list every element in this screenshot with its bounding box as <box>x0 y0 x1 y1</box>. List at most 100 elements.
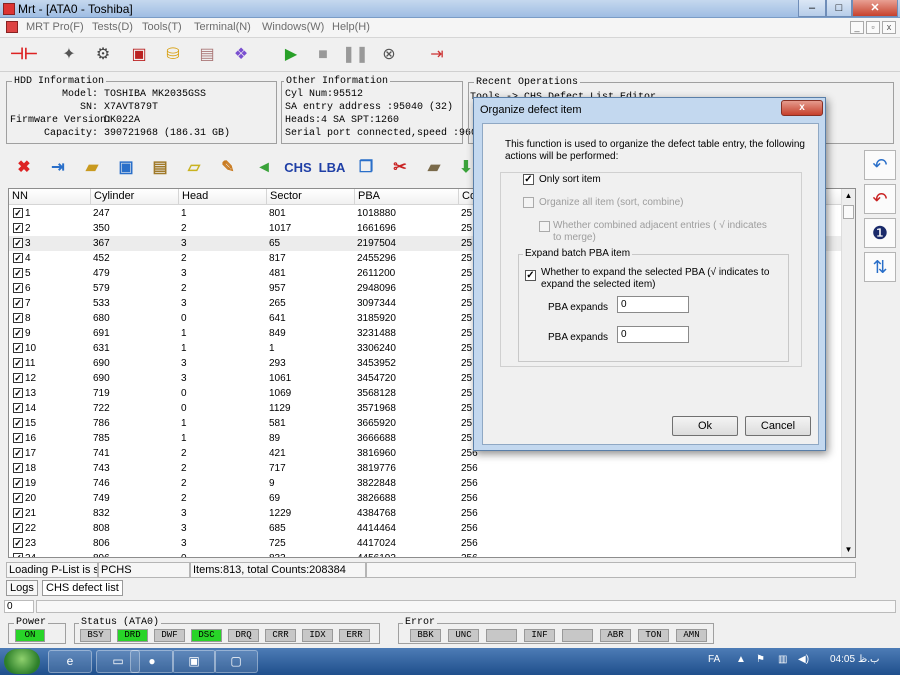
clipboard-icon[interactable]: ▤ <box>146 154 174 182</box>
row-checkbox[interactable]: ✓ <box>13 403 23 413</box>
organize-all-checkbox[interactable] <box>523 197 534 208</box>
scissors-icon[interactable]: ✂ <box>386 154 414 182</box>
pba-expands-input-1[interactable]: 0 <box>617 296 689 313</box>
expand-selected-checkbox[interactable]: ✓ <box>525 270 536 281</box>
table-row[interactable]: ✓ 20 749 2 69 3826688 256 <box>9 491 843 506</box>
row-checkbox[interactable]: ✓ <box>13 253 23 263</box>
brush-icon[interactable]: ✎ <box>214 154 242 182</box>
row-checkbox[interactable]: ✓ <box>13 313 23 323</box>
row-checkbox[interactable]: ✓ <box>13 523 23 533</box>
row-checkbox[interactable]: ✓ <box>13 343 23 353</box>
disconnect-icon[interactable]: ⊣⊢ <box>10 43 38 67</box>
module-icon[interactable]: ▣ <box>126 43 152 67</box>
menu-terminal[interactable]: Terminal(N) <box>194 21 251 33</box>
scroll-up-icon[interactable]: ▲ <box>843 191 854 200</box>
maximize-button[interactable]: □ <box>826 0 852 17</box>
column-sector[interactable]: Sector <box>267 189 355 205</box>
transfer-icon[interactable]: ⇅ <box>864 252 896 282</box>
mrt-taskbar-icon[interactable]: ▣ <box>172 650 216 673</box>
cancel-button[interactable]: Cancel <box>745 416 811 436</box>
table-row[interactable]: ✓ 23 806 3 725 4417024 256 <box>9 536 843 551</box>
undo-icon[interactable]: ↶ <box>864 150 896 180</box>
dialog-close-button[interactable]: x <box>781 100 823 116</box>
play-icon[interactable]: ▶ <box>278 43 304 67</box>
row-checkbox[interactable]: ✓ <box>13 493 23 503</box>
column-pba[interactable]: PBA <box>355 189 459 205</box>
tools-icon[interactable]: ⚙ <box>90 43 116 67</box>
table-row[interactable]: ✓ 18 743 2 717 3819776 256 <box>9 461 843 476</box>
menu-tools[interactable]: Tools(T) <box>142 21 182 33</box>
volume-icon[interactable]: ◀) <box>798 654 809 665</box>
menu-windows[interactable]: Windows(W) <box>262 21 324 33</box>
row-checkbox[interactable]: ✓ <box>13 538 23 548</box>
row-checkbox[interactable]: ✓ <box>13 433 23 443</box>
row-checkbox[interactable]: ✓ <box>13 508 23 518</box>
pba-expands-input-2[interactable]: 0 <box>617 326 689 343</box>
window-taskbar-icon[interactable]: ▢ <box>214 650 258 673</box>
row-checkbox[interactable]: ✓ <box>13 553 23 557</box>
scroll-thumb[interactable] <box>843 205 854 219</box>
ie-icon[interactable]: e <box>48 650 92 673</box>
start-button[interactable] <box>4 649 40 674</box>
row-checkbox[interactable]: ✓ <box>13 298 23 308</box>
info-icon[interactable]: ❶ <box>864 218 896 248</box>
only-sort-checkbox[interactable]: ✓ <box>523 174 534 185</box>
close-button[interactable]: ✕ <box>852 0 898 17</box>
menu-mrt-pro[interactable]: MRT Pro(F) <box>26 21 84 33</box>
table-row[interactable]: ✓ 19 746 2 9 3822848 256 <box>9 476 843 491</box>
minimize-button[interactable]: – <box>798 0 826 17</box>
eraser-icon[interactable]: ▰ <box>420 154 448 182</box>
row-checkbox[interactable]: ✓ <box>13 358 23 368</box>
tray-expand-icon[interactable]: ▲ <box>736 654 746 665</box>
table-row[interactable]: ✓24 896 0 833 4456192 256 <box>9 551 843 557</box>
wizard-icon[interactable]: ✦ <box>56 43 82 67</box>
exit-icon[interactable]: ⇥ <box>424 43 450 67</box>
copy-icon[interactable]: ❐ <box>352 154 380 182</box>
mdi-restore-button[interactable]: ▫ <box>866 21 880 34</box>
menu-tests[interactable]: Tests(D) <box>92 21 133 33</box>
row-checkbox[interactable]: ✓ <box>13 283 23 293</box>
flag-icon[interactable]: ⚑ <box>756 654 765 665</box>
table-row[interactable]: ✓ 22 808 3 685 4414464 256 <box>9 521 843 536</box>
chs-icon[interactable]: CHS <box>284 154 312 182</box>
delete-icon[interactable]: ✖ <box>10 154 38 182</box>
pause-icon[interactable]: ❚❚ <box>342 43 369 67</box>
note-icon[interactable]: ▱ <box>180 154 208 182</box>
column-head[interactable]: Head <box>179 189 267 205</box>
row-checkbox[interactable]: ✓ <box>13 223 23 233</box>
open-folder-icon[interactable]: ▰ <box>78 154 106 182</box>
vertical-scrollbar[interactable]: ▲ ▼ <box>841 189 855 557</box>
row-checkbox[interactable]: ✓ <box>13 373 23 383</box>
row-checkbox[interactable]: ✓ <box>13 328 23 338</box>
table-row[interactable]: ✓ 21 832 3 1229 4384768 256 <box>9 506 843 521</box>
language-indicator[interactable]: FA <box>708 654 720 665</box>
network-icon[interactable]: ▥ <box>778 654 787 665</box>
clock-time[interactable]: 04:05 <box>830 654 855 665</box>
combine-adjacent-checkbox[interactable] <box>539 221 550 232</box>
tab-logs[interactable]: Logs <box>6 580 38 596</box>
column-nn[interactable]: NN <box>9 189 91 205</box>
stop-icon[interactable]: ■ <box>310 43 336 67</box>
row-checkbox[interactable]: ✓ <box>13 268 23 278</box>
row-checkbox[interactable]: ✓ <box>13 418 23 428</box>
database-icon[interactable]: ⛁ <box>160 43 186 67</box>
row-checkbox[interactable]: ✓ <box>13 478 23 488</box>
row-checkbox[interactable]: ✓ <box>13 463 23 473</box>
lba-icon[interactable]: LBA <box>318 154 346 182</box>
firefox-icon[interactable]: ● <box>130 650 174 673</box>
report-icon[interactable]: ▤ <box>194 43 220 67</box>
mdi-minimize-button[interactable]: _ <box>850 21 864 34</box>
import-icon[interactable]: ⇥ <box>44 154 72 182</box>
menu-help[interactable]: Help(H) <box>332 21 370 33</box>
row-checkbox[interactable]: ✓ <box>13 388 23 398</box>
mdi-close-button[interactable]: x <box>882 21 896 34</box>
ok-button[interactable]: Ok <box>672 416 738 436</box>
package-icon[interactable]: ❖ <box>228 43 254 67</box>
row-checkbox[interactable]: ✓ <box>13 238 23 248</box>
tab-chs-defect-list[interactable]: CHS defect list <box>42 580 123 596</box>
cancel-icon[interactable]: ⊗ <box>376 43 402 67</box>
column-cylinder[interactable]: Cylinder <box>91 189 179 205</box>
row-checkbox[interactable]: ✓ <box>13 208 23 218</box>
redo-icon[interactable]: ↶ <box>864 184 896 214</box>
arrow-left-icon[interactable]: ◄ <box>250 154 278 182</box>
